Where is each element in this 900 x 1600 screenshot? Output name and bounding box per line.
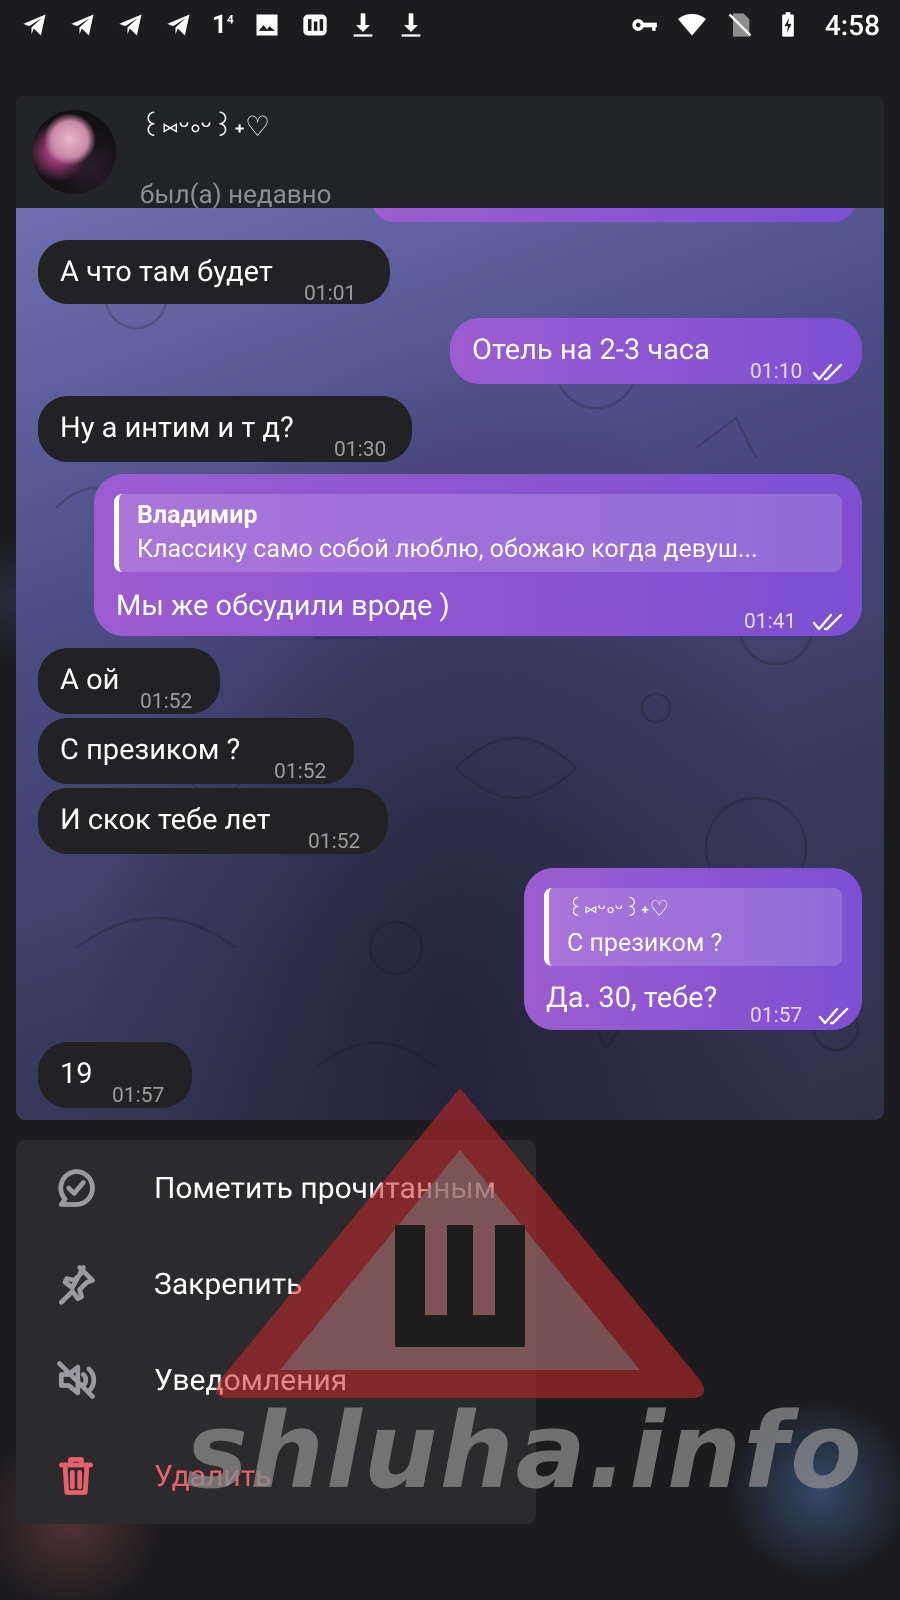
chat-header[interactable]: ꒰⑅ᵕ༚ᵕ꒱˖♡ был(а) недавно	[16, 96, 884, 210]
clock: 4:58	[824, 8, 880, 42]
avatar[interactable]	[32, 110, 116, 194]
chat-title: ꒰⑅ᵕ༚ᵕ꒱˖♡	[140, 109, 271, 143]
mute-icon	[52, 1356, 100, 1404]
watermark-text: shluha.info	[186, 1390, 864, 1512]
menu-item-label: Закрепить	[154, 1266, 303, 1302]
mark-read-icon	[52, 1164, 100, 1212]
app-icon	[300, 10, 330, 40]
trash-icon	[52, 1452, 100, 1500]
telegram-icon	[68, 10, 98, 40]
pin-icon	[52, 1260, 100, 1308]
menu-item-pin[interactable]: Закрепить	[16, 1236, 536, 1332]
telegram-icon	[164, 10, 194, 40]
telegram-icon	[20, 10, 50, 40]
chat-preview[interactable]: ꒰⑅ᵕ༚ᵕ꒱˖♡ был(а) недавно	[16, 96, 884, 1120]
no-sim-icon	[725, 10, 755, 40]
download-icon	[348, 10, 378, 40]
download-icon	[396, 10, 426, 40]
menu-item-mark-read[interactable]: Пометить прочитанным	[16, 1140, 536, 1236]
notification-count: 14	[212, 10, 234, 40]
status-bar-notifications: 14	[20, 10, 426, 40]
status-bar: 14 4:58	[0, 0, 900, 50]
telegram-icon	[116, 10, 146, 40]
status-bar-system: 4:58	[629, 9, 880, 42]
image-icon	[252, 10, 282, 40]
message-list[interactable]	[16, 208, 884, 1120]
chat-status: был(а) недавно	[140, 179, 332, 210]
battery-charging-icon	[773, 10, 803, 40]
vpn-key-icon	[629, 10, 659, 40]
wifi-icon	[677, 10, 707, 40]
menu-item-label: Пометить прочитанным	[154, 1170, 496, 1206]
wallpaper-doodles	[55, 266, 860, 1069]
